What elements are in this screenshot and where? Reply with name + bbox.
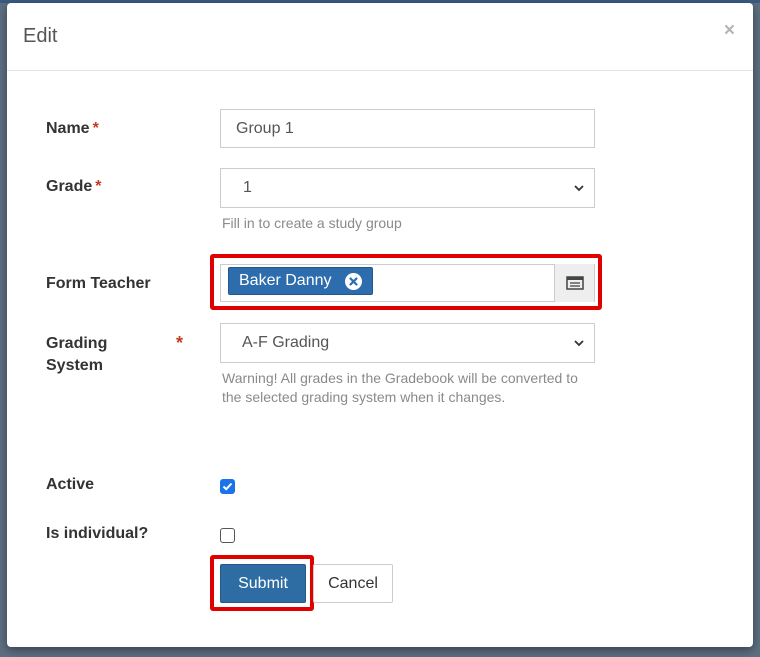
grading-system-warning: Warning! All grades in the Gradebook wil… [222, 369, 578, 407]
list-picker-button[interactable] [554, 264, 594, 302]
checkmark-icon [222, 482, 233, 491]
grade-select-value: 1 [243, 179, 252, 196]
selected-teacher-name: Baker Danny [239, 272, 332, 289]
grading-system-warning-line2: the selected grading system when it chan… [222, 389, 506, 405]
selected-teacher-tag: Baker Danny [228, 267, 373, 295]
active-label: Active [46, 476, 95, 493]
grading-system-label-line2: System [46, 357, 103, 374]
list-picker-icon [565, 276, 584, 290]
grading-system-label: Grading System [46, 333, 107, 377]
submit-button[interactable]: Submit [220, 564, 306, 603]
grading-system-select[interactable]: A-F Grading [220, 323, 595, 363]
grade-help-text: Fill in to create a study group [222, 215, 402, 231]
remove-tag-icon[interactable] [344, 272, 362, 290]
grading-system-label-line1: Grading [46, 335, 108, 352]
form-teacher-label: Form Teacher [46, 275, 151, 292]
grading-system-warning-line1: Warning! All grades in the Gradebook wil… [222, 370, 578, 386]
name-label-text: Name [46, 120, 90, 137]
modal-title: Edit [23, 25, 58, 47]
name-input-value: Group 1 [236, 119, 294, 137]
cancel-button[interactable]: Cancel [313, 564, 393, 603]
chevron-down-icon [574, 185, 584, 192]
is-individual-label: Is individual? [46, 525, 149, 542]
name-required-mark: * [92, 120, 99, 137]
grade-required-mark: * [95, 178, 102, 195]
modal-header: Edit × [7, 3, 753, 71]
close-button[interactable]: × [724, 21, 735, 40]
grade-label: Grade * [46, 178, 101, 196]
is-individual-checkbox[interactable] [220, 528, 235, 543]
grade-select[interactable]: 1 [220, 168, 595, 208]
grade-label-text: Grade [46, 178, 93, 195]
name-label: Name * [46, 120, 99, 138]
name-input[interactable]: Group 1 [220, 109, 595, 148]
grading-system-required-mark: * [176, 333, 184, 353]
grading-system-select-value: A-F Grading [242, 334, 330, 351]
chevron-down-icon [574, 340, 584, 347]
active-checkbox[interactable] [220, 479, 235, 494]
